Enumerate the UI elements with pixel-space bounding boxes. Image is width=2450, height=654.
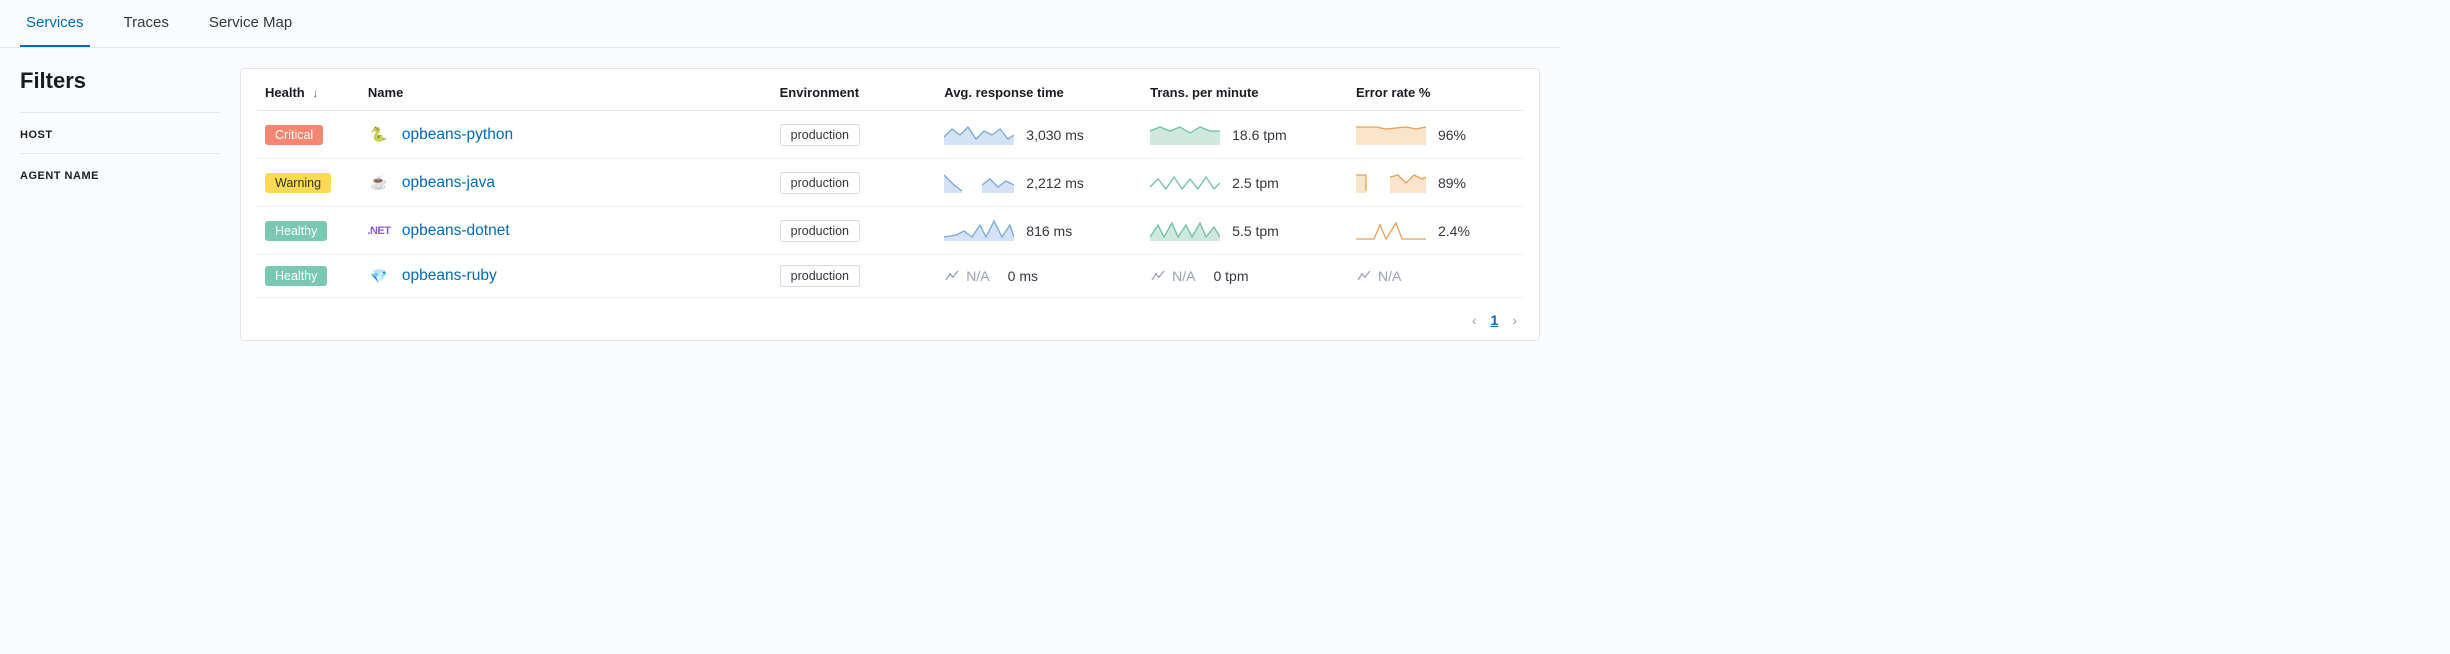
avg-rt-value: 2,212 ms bbox=[1026, 175, 1084, 191]
na-cell: N/A bbox=[944, 268, 989, 284]
chart-na-icon bbox=[944, 268, 960, 284]
health-badge: Healthy bbox=[265, 266, 327, 286]
python-icon: 🐍 bbox=[368, 124, 390, 146]
sparkline-rt bbox=[944, 217, 1014, 244]
services-panel: Health ↓ Name Environment Avg. response … bbox=[240, 68, 1540, 341]
avg-rt-value: 3,030 ms bbox=[1026, 127, 1084, 143]
page-prev-icon[interactable]: ‹ bbox=[1472, 312, 1477, 328]
sparkline-tpm bbox=[1150, 217, 1220, 244]
error-rate-value: 96% bbox=[1438, 127, 1466, 143]
service-link[interactable]: opbeans-ruby bbox=[402, 267, 497, 285]
filter-label: HOST bbox=[20, 129, 53, 141]
service-link[interactable]: opbeans-java bbox=[402, 174, 495, 192]
filters-sidebar: Filters HOST AGENT NAME bbox=[20, 68, 220, 341]
sparkline-rt bbox=[944, 169, 1014, 196]
table-row: Critical 🐍 opbeans-python production 3,0… bbox=[257, 111, 1523, 159]
chart-na-icon bbox=[1356, 268, 1372, 284]
sparkline-err bbox=[1356, 217, 1426, 244]
sparkline-tpm bbox=[1150, 121, 1220, 148]
dotnet-icon: .NET bbox=[368, 220, 390, 242]
environment-badge: production bbox=[780, 220, 860, 242]
avg-rt-value: 816 ms bbox=[1026, 223, 1072, 239]
error-rate-value: 2.4% bbox=[1438, 223, 1470, 239]
services-table: Health ↓ Name Environment Avg. response … bbox=[257, 69, 1523, 298]
col-header-environment[interactable]: Environment bbox=[772, 69, 937, 111]
sparkline-err bbox=[1356, 169, 1426, 196]
tab-services[interactable]: Services bbox=[20, 0, 90, 47]
top-tabs: Services Traces Service Map bbox=[0, 0, 1560, 48]
filters-title: Filters bbox=[20, 68, 220, 94]
page-number[interactable]: 1 bbox=[1491, 312, 1499, 328]
sparkline-err bbox=[1356, 121, 1426, 148]
environment-badge: production bbox=[780, 172, 860, 194]
sparkline-rt bbox=[944, 121, 1014, 148]
page-next-icon[interactable]: › bbox=[1512, 312, 1517, 328]
java-icon: ☕ bbox=[368, 172, 390, 194]
na-cell: N/A bbox=[1356, 268, 1401, 284]
sparkline-tpm bbox=[1150, 169, 1220, 196]
service-link[interactable]: opbeans-python bbox=[402, 126, 513, 144]
col-header-tpm[interactable]: Trans. per minute bbox=[1142, 69, 1348, 111]
chart-na-icon bbox=[1150, 268, 1166, 284]
environment-badge: production bbox=[780, 124, 860, 146]
tab-service-map[interactable]: Service Map bbox=[203, 0, 298, 47]
sort-desc-icon: ↓ bbox=[312, 86, 318, 100]
filter-section-host[interactable]: HOST bbox=[20, 112, 220, 153]
health-badge: Healthy bbox=[265, 221, 327, 241]
ruby-icon: 💎 bbox=[368, 265, 390, 287]
health-badge: Critical bbox=[265, 125, 323, 145]
col-header-error-rate[interactable]: Error rate % bbox=[1348, 69, 1523, 111]
tab-traces[interactable]: Traces bbox=[118, 0, 175, 47]
col-header-avg-rt[interactable]: Avg. response time bbox=[936, 69, 1142, 111]
health-badge: Warning bbox=[265, 173, 331, 193]
filter-section-agent-name[interactable]: AGENT NAME bbox=[20, 153, 220, 194]
environment-badge: production bbox=[780, 265, 860, 287]
col-header-health[interactable]: Health ↓ bbox=[257, 69, 360, 111]
table-row: Warning ☕ opbeans-java production 2,212 … bbox=[257, 159, 1523, 207]
table-row: Healthy 💎 opbeans-ruby production N/A0 m… bbox=[257, 255, 1523, 298]
tpm-value: 18.6 tpm bbox=[1232, 127, 1286, 143]
pagination: ‹ 1 › bbox=[257, 298, 1523, 328]
na-cell: N/A bbox=[1150, 268, 1195, 284]
tpm-value: 2.5 tpm bbox=[1232, 175, 1279, 191]
tpm-value: 5.5 tpm bbox=[1232, 223, 1279, 239]
col-header-name[interactable]: Name bbox=[360, 69, 772, 111]
filter-label: AGENT NAME bbox=[20, 170, 99, 182]
table-row: Healthy .NET opbeans-dotnet production 8… bbox=[257, 207, 1523, 255]
error-rate-value: 89% bbox=[1438, 175, 1466, 191]
service-link[interactable]: opbeans-dotnet bbox=[402, 222, 510, 240]
